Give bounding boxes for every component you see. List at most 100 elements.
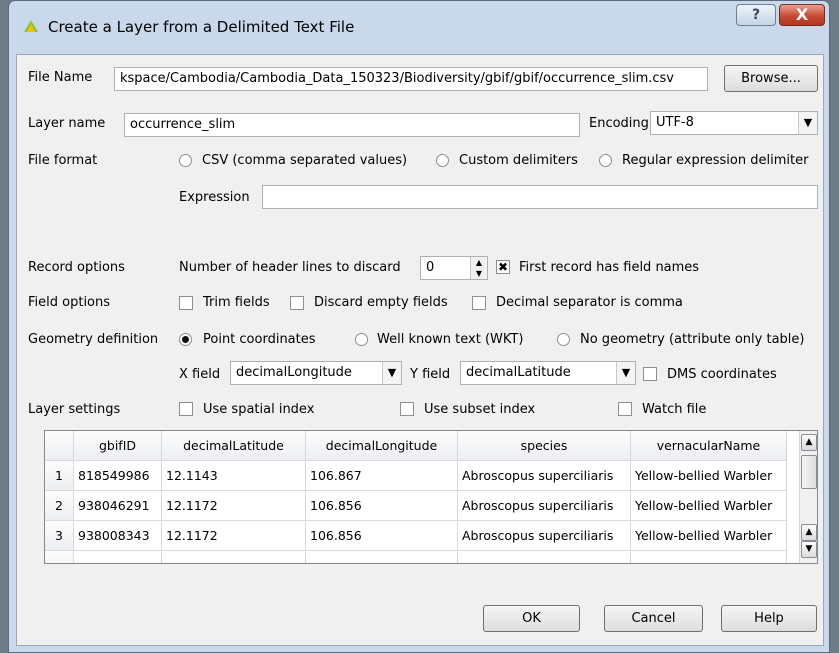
subset-index-label: Use subset index	[424, 402, 536, 417]
chevron-down-icon: ▼	[382, 362, 401, 384]
corner-header	[45, 431, 74, 461]
qgis-icon	[24, 20, 38, 32]
encoding-label: Encoding	[589, 116, 649, 131]
browse-button[interactable]: Browse...	[724, 65, 818, 92]
scroll-up-icon[interactable]: ▲	[801, 434, 817, 451]
spin-up-icon[interactable]: ▲	[470, 257, 487, 268]
table-cell: 106.856	[306, 521, 458, 551]
close-button[interactable]: X	[779, 4, 825, 26]
format-custom-label: Custom delimiters	[459, 153, 578, 168]
table-cell: 12.1143	[162, 461, 306, 491]
sample-data-table[interactable]: gbifID decimalLatitude decimalLongitude …	[44, 430, 818, 564]
encoding-select[interactable]: UTF-8 ▼	[650, 111, 818, 135]
expression-label: Expression	[179, 190, 250, 205]
column-header[interactable]: gbifID	[74, 431, 162, 461]
x-field-select[interactable]: decimalLongitude ▼	[230, 361, 402, 385]
table-cell: Yellow-bellied Warbler	[631, 461, 787, 491]
spin-down-icon[interactable]: ▼	[470, 268, 487, 279]
dialog-window: Create a Layer from a Delimited Text Fil…	[8, 0, 830, 653]
x-field-value: decimalLongitude	[236, 365, 352, 380]
decimal-comma-checkbox[interactable]	[472, 296, 486, 310]
file-name-label: File Name	[28, 70, 93, 85]
table-cell: Yellow-bellied Warbler	[631, 521, 787, 551]
row-number: 2	[45, 491, 74, 521]
cancel-button[interactable]: Cancel	[604, 605, 703, 632]
title-bar[interactable]: Create a Layer from a Delimited Text Fil…	[9, 1, 829, 46]
geom-point-label: Point coordinates	[203, 332, 316, 347]
geom-none-radio[interactable]	[557, 333, 570, 346]
table-cell	[631, 551, 787, 563]
y-field-value: decimalLatitude	[466, 365, 571, 380]
chevron-down-icon: ▼	[616, 362, 635, 384]
header-lines-value: 0	[426, 260, 435, 275]
help-button[interactable]: Help	[721, 605, 817, 632]
watch-file-label: Watch file	[642, 402, 707, 417]
layer-name-label: Layer name	[28, 116, 106, 131]
header-lines-spinner[interactable]: 0 ▲ ▼	[420, 256, 488, 280]
table-cell: Abroscopus superciliaris	[458, 521, 631, 551]
discard-empty-checkbox[interactable]	[290, 296, 304, 310]
trim-fields-label: Trim fields	[203, 295, 270, 310]
table-cell	[162, 551, 306, 563]
spatial-index-label: Use spatial index	[203, 402, 315, 417]
table-cell: Yellow-bellied Warbler	[631, 491, 787, 521]
first-record-checkbox[interactable]: ✖	[496, 260, 510, 274]
expression-input[interactable]	[262, 185, 818, 209]
geometry-label: Geometry definition	[28, 332, 159, 347]
geom-wkt-label: Well known text (WKT)	[377, 332, 524, 347]
title-help-button[interactable]: ?	[736, 4, 776, 26]
record-options-label: Record options	[28, 260, 125, 275]
geom-wkt-radio[interactable]	[355, 333, 368, 346]
watch-file-checkbox[interactable]	[618, 402, 632, 416]
table-cell: 938008343	[74, 521, 162, 551]
scroll-down-icon[interactable]: ▼	[801, 541, 817, 558]
dialog-body: File Name kspace/Cambodia/Cambodia_Data_…	[16, 54, 824, 646]
subset-index-checkbox[interactable]	[400, 402, 414, 416]
table-cell	[458, 551, 631, 563]
dms-label: DMS coordinates	[667, 367, 777, 382]
column-header[interactable]: vernacularName	[631, 431, 787, 461]
scroll-up-icon[interactable]: ▲	[801, 524, 817, 541]
layer-name-input[interactable]: occurrence_slim	[124, 113, 580, 137]
table-cell: 938046291	[74, 491, 162, 521]
table-cell: Abroscopus superciliaris	[458, 461, 631, 491]
file-format-label: File format	[28, 153, 98, 168]
table-cell	[74, 551, 162, 563]
chevron-down-icon: ▼	[798, 112, 817, 134]
decimal-comma-label: Decimal separator is comma	[496, 295, 683, 310]
column-header[interactable]: species	[458, 431, 631, 461]
table-cell: 818549986	[74, 461, 162, 491]
format-csv-radio[interactable]	[179, 154, 192, 167]
spatial-index-checkbox[interactable]	[179, 402, 193, 416]
layer-settings-label: Layer settings	[28, 402, 121, 417]
table-cell: 106.867	[306, 461, 458, 491]
format-csv-label: CSV (comma separated values)	[202, 153, 408, 168]
header-lines-label: Number of header lines to discard	[179, 260, 401, 275]
geom-point-radio[interactable]	[179, 333, 192, 346]
ok-button[interactable]: OK	[483, 605, 580, 632]
column-header[interactable]: decimalLongitude	[306, 431, 458, 461]
scroll-thumb[interactable]	[801, 455, 817, 489]
table-cell: 12.1172	[162, 491, 306, 521]
column-header[interactable]: decimalLatitude	[162, 431, 306, 461]
table-cell: 106.856	[306, 491, 458, 521]
y-field-select[interactable]: decimalLatitude ▼	[460, 361, 636, 385]
window-title: Create a Layer from a Delimited Text Fil…	[48, 18, 355, 36]
trim-fields-checkbox[interactable]	[179, 296, 193, 310]
table-scrollbar[interactable]: ▲ ▲ ▼	[799, 431, 817, 563]
format-regex-label: Regular expression delimiter	[622, 153, 809, 168]
row-number: 3	[45, 521, 74, 551]
y-field-label: Y field	[410, 367, 451, 382]
format-custom-radio[interactable]	[436, 154, 449, 167]
format-regex-radio[interactable]	[599, 154, 612, 167]
field-options-label: Field options	[28, 295, 111, 310]
first-record-label: First record has field names	[519, 260, 700, 275]
dms-checkbox[interactable]	[643, 367, 657, 381]
row-number	[45, 551, 74, 563]
discard-empty-label: Discard empty fields	[314, 295, 448, 310]
file-name-input[interactable]: kspace/Cambodia/Cambodia_Data_150323/Bio…	[114, 67, 708, 91]
table-cell: 12.1172	[162, 521, 306, 551]
x-field-label: X field	[179, 367, 221, 382]
table-cell: Abroscopus superciliaris	[458, 491, 631, 521]
table-cell	[306, 551, 458, 563]
